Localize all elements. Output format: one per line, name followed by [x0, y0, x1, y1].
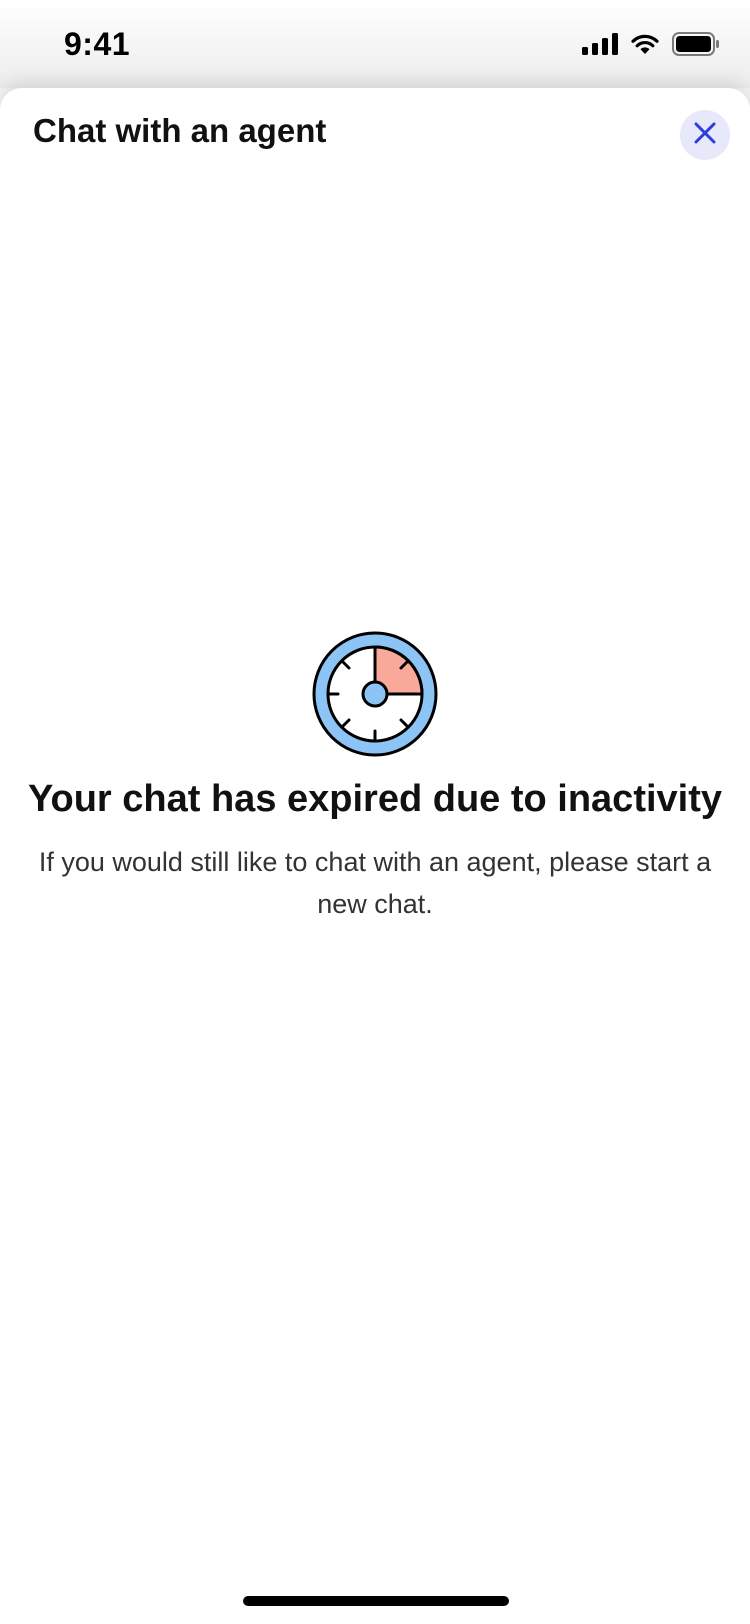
wifi-icon: [630, 33, 660, 60]
expired-title: Your chat has expired due to inactivity: [27, 778, 723, 820]
close-button[interactable]: [680, 110, 730, 160]
expired-message-panel: Your chat has expired due to inactivity …: [0, 630, 750, 925]
expired-body-text: If you would still like to chat with an …: [38, 847, 712, 919]
timer-icon: [0, 630, 750, 758]
status-icons: [582, 32, 720, 61]
sheet-title: Chat with an agent: [33, 112, 327, 149]
home-indicator[interactable]: [243, 1596, 509, 1606]
status-time: 9:41: [64, 26, 131, 62]
signal-icon: [582, 33, 618, 60]
status-bar: 9:41: [0, 0, 750, 88]
sheet-header: Chat with an agent: [0, 88, 750, 178]
close-icon: [692, 120, 718, 151]
battery-icon: [672, 32, 720, 61]
